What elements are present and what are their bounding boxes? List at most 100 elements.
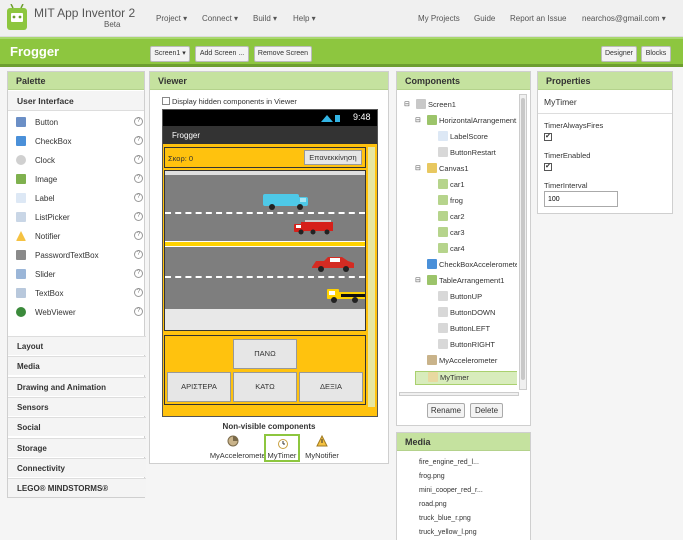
components-scrollbar[interactable] — [519, 94, 527, 390]
car1-blue-truck[interactable] — [262, 191, 310, 211]
down-button[interactable]: ΚΑΤΩ — [233, 372, 297, 402]
my-projects-link[interactable]: My Projects — [418, 14, 460, 23]
component-checkboxaccelerometer[interactable]: CheckBoxAccelerometer — [415, 259, 517, 273]
media-file[interactable]: fire_engine_red_l... — [419, 459, 479, 466]
build-menu[interactable]: Build ▾ — [253, 14, 277, 23]
help-icon[interactable]: ? — [134, 136, 143, 145]
help-menu[interactable]: Help ▾ — [293, 14, 316, 23]
help-icon[interactable]: ? — [134, 231, 143, 240]
component-buttonrestart[interactable]: ButtonRestart — [426, 147, 517, 161]
palette-item-passwordtextbox[interactable]: PasswordTextBox? — [13, 248, 143, 267]
blocks-button[interactable]: Blocks — [641, 46, 671, 62]
component-canvas1[interactable]: ⊟ Canvas1 — [415, 163, 517, 177]
palette-category-lego-mindstorms[interactable]: LEGO® MINDSTORMS® — [8, 478, 146, 498]
remove-screen-button[interactable]: Remove Screen — [254, 46, 312, 62]
collapse-toggle-icon[interactable]: ⊟ — [415, 164, 421, 172]
canvas[interactable] — [164, 170, 366, 331]
timer-interval-input[interactable] — [544, 191, 618, 207]
project-menu[interactable]: Project ▾ — [156, 14, 187, 23]
palette-item-checkbox[interactable]: CheckBox? — [13, 134, 143, 153]
help-icon[interactable]: ? — [134, 250, 143, 259]
media-file[interactable]: road.png — [419, 501, 447, 508]
media-file[interactable]: truck_blue_r.png — [419, 515, 471, 522]
nonvisible-timer[interactable]: MyTimer — [264, 434, 300, 462]
car4-yellow-truck[interactable] — [325, 283, 366, 305]
left-button[interactable]: ΑΡΙΣΤΕΡΑ — [167, 372, 231, 402]
component-myaccelerometer[interactable]: MyAccelerometer — [415, 355, 517, 369]
myaccelerometer-type-icon — [427, 355, 437, 365]
delete-button[interactable]: Delete — [470, 403, 503, 418]
help-icon[interactable]: ? — [134, 212, 143, 221]
component-car3[interactable]: car3 — [426, 227, 517, 241]
component-tablearrangement1[interactable]: ⊟ TableArrangement1 — [415, 275, 517, 289]
rename-button[interactable]: Rename — [427, 403, 465, 418]
component-screen1[interactable]: ⊟ Screen1 — [404, 99, 517, 113]
help-icon[interactable]: ? — [134, 307, 143, 316]
component-frog[interactable]: frog — [426, 195, 517, 209]
palette-item-slider[interactable]: Slider? — [13, 267, 143, 286]
help-icon[interactable]: ? — [134, 174, 143, 183]
palette-category-storage[interactable]: Storage — [8, 437, 146, 457]
help-icon[interactable]: ? — [134, 193, 143, 202]
add-screen-button[interactable]: Add Screen ... — [195, 46, 249, 62]
collapse-toggle-icon[interactable]: ⊟ — [415, 116, 421, 124]
palette-category-social[interactable]: Social — [8, 417, 146, 437]
component-car2[interactable]: car2 — [426, 211, 517, 225]
component-car4[interactable]: car4 — [426, 243, 517, 257]
report-issue-link[interactable]: Report an Issue — [510, 14, 566, 23]
user-menu[interactable]: nearchos@gmail.com ▾ — [582, 14, 666, 23]
component-label: ButtonRIGHT — [450, 340, 496, 349]
help-icon[interactable]: ? — [134, 269, 143, 278]
help-icon[interactable]: ? — [134, 288, 143, 297]
help-icon[interactable]: ? — [134, 117, 143, 126]
palette-item-button[interactable]: Button? — [13, 115, 143, 134]
media-file[interactable]: truck_yellow_l.png — [419, 529, 477, 536]
car3-mini-cooper[interactable] — [310, 255, 356, 273]
user-interface-heading[interactable]: User Interface — [8, 91, 144, 111]
buttonleft-type-icon — [438, 323, 448, 333]
connect-menu[interactable]: Connect ▾ — [202, 14, 238, 23]
component-buttonright[interactable]: ButtonRIGHT — [426, 339, 517, 353]
hidden-components-checkbox[interactable] — [162, 97, 170, 105]
timer-always-fires-checkbox[interactable]: ✔ — [544, 133, 552, 141]
guide-link[interactable]: Guide — [474, 14, 495, 23]
palette-item-label: Notifier — [35, 232, 61, 241]
timer-enabled-label: TimerEnabled — [544, 151, 591, 160]
right-button[interactable]: ΔΕΞΙΑ — [299, 372, 363, 402]
up-button[interactable]: ΠΑΝΩ — [233, 339, 297, 369]
component-labelscore[interactable]: LabelScore — [426, 131, 517, 145]
component-horizontalarrangement1[interactable]: ⊟ HorizontalArrangement1 — [415, 115, 517, 129]
component-car1[interactable]: car1 — [426, 179, 517, 193]
app-inventor-logo-icon — [7, 4, 27, 30]
palette-category-drawing-and-animation[interactable]: Drawing and Animation — [8, 376, 146, 396]
screen-selector-button[interactable]: Screen1 ▾ — [150, 46, 190, 62]
palette-item-textbox[interactable]: TextBox? — [13, 286, 143, 305]
collapse-toggle-icon[interactable]: ⊟ — [404, 100, 410, 108]
component-buttonup[interactable]: ButtonUP — [426, 291, 517, 305]
palette-category-connectivity[interactable]: Connectivity — [8, 457, 146, 477]
nonvisible-notifier[interactable]: MyNotifier — [300, 434, 344, 462]
car2-fire-engine[interactable] — [293, 218, 335, 236]
palette-item-listpicker[interactable]: ListPicker? — [13, 210, 143, 229]
palette-item-notifier[interactable]: Notifier? — [13, 229, 143, 248]
palette-item-clock[interactable]: Clock? — [13, 153, 143, 172]
palette-category-media[interactable]: Media — [8, 356, 146, 376]
car1-type-icon — [438, 179, 448, 189]
restart-button[interactable]: Επανεκκίνηση — [304, 150, 362, 165]
media-file[interactable]: mini_cooper_red_r... — [419, 487, 483, 494]
help-icon[interactable]: ? — [134, 155, 143, 164]
components-hscrollbar[interactable] — [399, 392, 519, 396]
components-scroll-thumb[interactable] — [521, 98, 525, 380]
palette-item-label[interactable]: Label? — [13, 191, 143, 210]
designer-button[interactable]: Designer — [601, 46, 637, 62]
media-file[interactable]: frog.png — [419, 473, 445, 480]
component-buttondown[interactable]: ButtonDOWN — [426, 307, 517, 321]
collapse-toggle-icon[interactable]: ⊟ — [415, 276, 421, 284]
palette-item-webviewer[interactable]: WebViewer? — [13, 305, 143, 324]
component-mytimer[interactable]: MyTimer — [415, 371, 517, 385]
palette-category-layout[interactable]: Layout — [8, 336, 146, 355]
palette-item-image[interactable]: Image? — [13, 172, 143, 191]
timer-enabled-checkbox[interactable]: ✔ — [544, 163, 552, 171]
component-buttonleft[interactable]: ButtonLEFT — [426, 323, 517, 337]
palette-category-sensors[interactable]: Sensors — [8, 396, 146, 416]
